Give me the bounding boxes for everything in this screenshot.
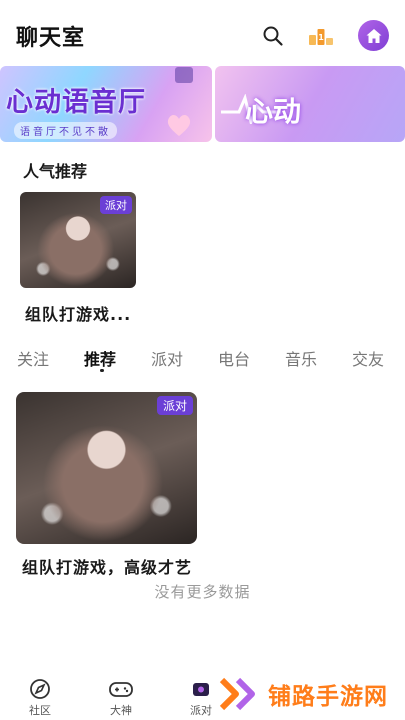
- rank-icon: 1: [309, 29, 333, 45]
- tab-dating[interactable]: 交友: [352, 346, 384, 370]
- nav-item-masters[interactable]: 大神: [101, 678, 141, 718]
- svg-text:1: 1: [318, 33, 324, 42]
- section-heading-popular: 人气推荐: [23, 162, 88, 181]
- search-button[interactable]: [259, 22, 287, 50]
- nav-item-party[interactable]: 派对: [181, 678, 221, 718]
- home-icon: [366, 28, 381, 43]
- room-type-badge: 派对: [100, 196, 132, 214]
- active-tab-indicator: [100, 369, 104, 372]
- room-type-badge: 派对: [156, 396, 193, 415]
- tab-music[interactable]: 音乐: [285, 346, 317, 370]
- popular-room-card[interactable]: 派对: [20, 192, 136, 288]
- gamepad-icon: [109, 682, 133, 697]
- tab-recommend[interactable]: 推荐: [84, 346, 116, 370]
- tab-follow[interactable]: 关注: [17, 346, 49, 370]
- party-icon: [193, 683, 209, 696]
- nav-item-community[interactable]: 社区: [20, 678, 60, 718]
- banner-title: 心动语音厅: [6, 87, 146, 118]
- nav-label: 派对: [190, 704, 212, 717]
- popular-room-title: 组队打游戏...: [25, 305, 132, 324]
- site-watermark: 铺路手游网: [218, 674, 405, 714]
- nav-label: 社区: [29, 704, 51, 717]
- page-title: 聊天室: [16, 26, 86, 51]
- banner-subtitle: 语音厅不见不散: [14, 122, 117, 139]
- banner-title: 心动: [245, 95, 302, 128]
- room-title: 组队打游戏，高级才艺: [22, 558, 193, 577]
- app-header: 聊天室 1: [0, 0, 405, 64]
- category-tabs: 关注 推荐 派对 电台 音乐 交友: [0, 346, 405, 376]
- ranking-button[interactable]: 1: [307, 22, 335, 50]
- compass-icon: [30, 679, 50, 699]
- heart-icon: [167, 115, 191, 136]
- tab-radio[interactable]: 电台: [218, 346, 250, 370]
- banner-play-icon: [175, 67, 193, 83]
- banner-carousel[interactable]: 心动语音厅 语音厅不见不散 心动: [0, 64, 405, 144]
- double-chevron-logo-icon: [219, 677, 255, 711]
- nav-label: 大神: [110, 704, 132, 717]
- list-end-message: 没有更多数据: [154, 583, 251, 601]
- home-button[interactable]: [358, 20, 389, 51]
- room-card[interactable]: 派对: [16, 392, 197, 544]
- banner-voice-hall[interactable]: 心动语音厅 语音厅不见不散: [0, 66, 212, 142]
- watermark-text: 铺路手游网: [268, 684, 388, 710]
- tab-party[interactable]: 派对: [151, 346, 183, 370]
- banner-heartbeat[interactable]: 心动: [215, 66, 405, 142]
- search-icon: [263, 26, 283, 46]
